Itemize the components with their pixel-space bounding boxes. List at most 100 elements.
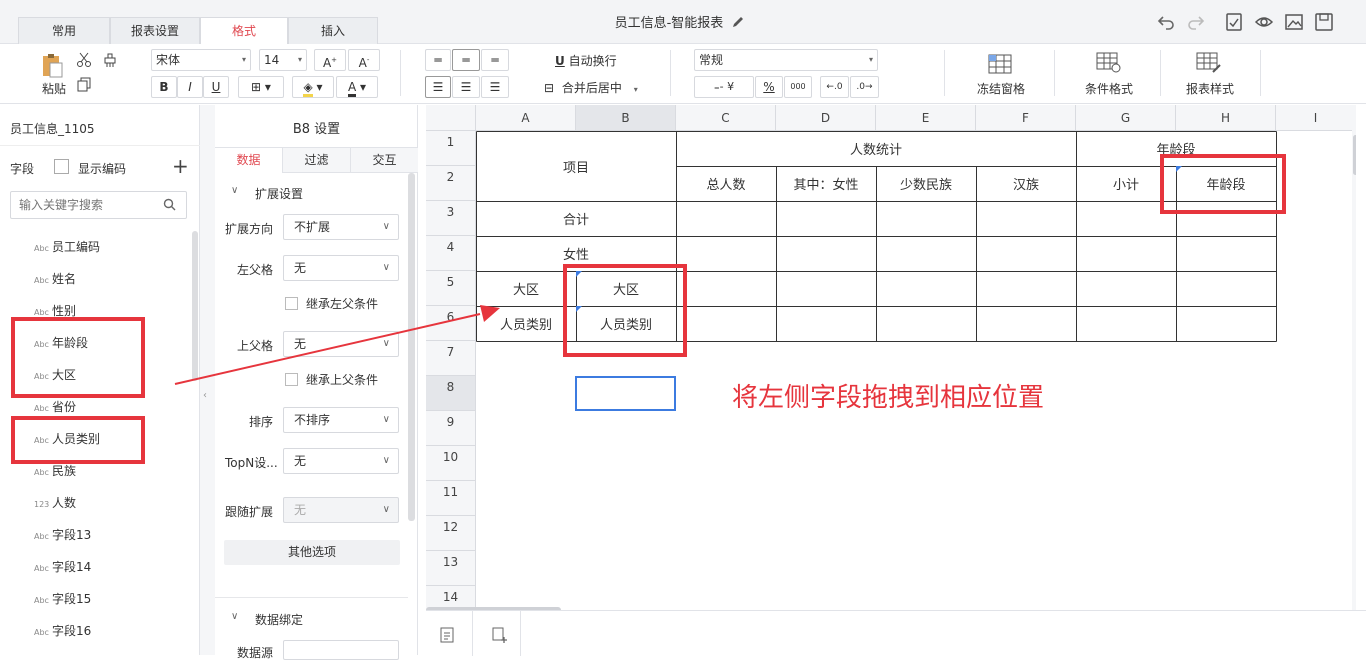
merge-label: 合并后居中 [561,81,622,95]
follow-expand-select: 无 ∨ [283,497,399,523]
font-color-button[interactable]: A ▾ [336,76,378,98]
freeze-panes-label[interactable]: 冻结窗格 [966,80,1036,97]
undo-icon[interactable] [1156,12,1176,32]
field-item[interactable]: Abc 员工编码 [34,238,100,255]
conditional-format-icon[interactable] [1096,52,1122,77]
sort-select[interactable]: 不排序 ∨ [283,407,399,433]
add-field-icon[interactable]: + [172,154,189,178]
topn-label: TopN设... [225,456,278,470]
cell-female-of[interactable]: 其中：女性 [776,166,876,201]
left-parent-value: 无 [294,261,307,275]
tab-data[interactable]: 数据 [215,148,282,173]
highlight-age-group-cell [1160,154,1286,214]
field-item[interactable]: Abc 字段14 [34,558,91,575]
currency-button[interactable]: ₌- ¥ [694,76,754,98]
italic-button[interactable]: I [177,76,203,98]
highlight-age-region-fields [11,317,145,398]
cell-han[interactable]: 汉族 [976,166,1076,201]
field-item[interactable]: Abc 民族 [34,462,76,479]
wrap-text-button[interactable]: U 自动换行 [555,52,617,69]
sheet-list-icon[interactable] [440,627,454,646]
save-icon[interactable] [1314,12,1334,32]
cell-item-header[interactable]: 项目 [476,131,676,201]
field-item[interactable]: Abc 字段15 [34,590,91,607]
show-code-checkbox[interactable] [54,159,69,174]
tab-report-settings[interactable]: 报表设置 [110,17,200,44]
other-options-button[interactable]: 其他选项 [224,540,400,565]
field-item[interactable]: Abc 姓名 [34,270,76,287]
font-select[interactable]: 宋体 ▾ [151,49,251,71]
image-icon[interactable] [1284,12,1304,32]
spreadsheet-grid[interactable]: ABCDEFGHI 1 2 3 4 5 6 7 8 9 10 11 12 13 14 项目 人数统计 总人数其… [426,105,1356,610]
cut-icon[interactable] [76,52,92,71]
expand-direction-select[interactable]: 不扩展 ∨ [283,214,399,240]
align-middle-icon: ═ [462,53,470,67]
datasource-select[interactable] [283,640,399,660]
format-painter-icon[interactable] [102,52,118,71]
thousands-button[interactable]: 000 [784,76,812,98]
chevron-down-icon: ▾ [868,55,873,64]
left-parent-select[interactable]: 无 ∨ [283,255,399,281]
preview-icon[interactable] [1254,12,1274,32]
chevron-down-icon[interactable]: ∨ [231,611,238,622]
edit-title-icon[interactable] [731,15,745,33]
increase-decimal-button[interactable]: ←.0 [820,76,849,98]
decrease-decimal-button[interactable]: .0→ [850,76,879,98]
align-left-button[interactable]: ☰ [425,76,451,98]
align-center-button[interactable]: ☰ [452,76,480,98]
sort-value: 不排序 [294,413,331,427]
field-item[interactable]: Abc 省份 [34,398,76,415]
tab-filter[interactable]: 过滤 [282,148,350,173]
align-middle-button[interactable]: ═ [452,49,480,71]
field-item[interactable]: Abc 字段16 [34,622,91,639]
data-binding-section-title: 数据绑定 [255,613,304,627]
selected-cell-b8[interactable] [575,376,676,411]
field-search-box[interactable] [10,191,187,219]
save-check-icon[interactable] [1224,12,1244,32]
field-item-label: 员工编码 [52,240,101,254]
tab-insert[interactable]: 插入 [288,17,378,44]
chevron-left-icon[interactable]: ‹ [203,390,207,401]
report-style-label[interactable]: 报表样式 [1175,80,1245,97]
cell-minority[interactable]: 少数民族 [876,166,976,201]
vertical-scrollbar[interactable] [1353,135,1356,175]
tab-common[interactable]: 常用 [18,17,110,44]
merge-center-button[interactable]: ⊟ 合并后居中 ▾ [544,79,638,96]
increase-font-button[interactable]: A+ [314,49,346,71]
add-sheet-icon[interactable] [492,627,508,646]
font-color-icon: A [347,80,357,97]
tab-format[interactable]: 格式 [200,17,288,45]
conditional-format-label[interactable]: 条件格式 [1074,80,1144,97]
search-icon[interactable] [163,198,176,214]
fill-color-button[interactable]: ◈ ▾ [292,76,334,98]
expand-section-title: 扩展设置 [255,187,304,201]
chevron-down-icon[interactable]: ∨ [231,185,238,196]
cell-sum[interactable]: 合计 [476,201,676,236]
tab-interact[interactable]: 交互 [350,148,418,173]
field-item[interactable]: 123 人数 [34,494,76,511]
report-style-icon[interactable] [1196,52,1222,77]
border-button[interactable]: ⊞ ▾ [238,76,284,98]
align-top-button[interactable]: ═ [425,49,451,71]
field-search-input[interactable] [19,192,159,218]
number-format-value: 常规 [699,53,724,67]
field-type-icon: Abc [34,308,49,317]
number-format-select[interactable]: 常规 ▾ [694,49,878,71]
topn-select[interactable]: 无 ∨ [283,448,399,474]
font-size-select[interactable]: 14 ▾ [259,49,307,71]
underline-button[interactable]: U [203,76,229,98]
copy-icon[interactable] [76,76,92,95]
field-item[interactable]: Abc 字段13 [34,526,91,543]
freeze-panes-icon[interactable] [988,54,1012,77]
paste-icon[interactable] [40,52,64,81]
align-bottom-button[interactable]: ═ [481,49,509,71]
font-increase-icon: A+ [322,56,338,70]
cell-headcount-stats[interactable]: 人数统计 [676,131,1076,166]
align-right-button[interactable]: ☰ [481,76,509,98]
redo-icon[interactable] [1186,12,1206,32]
decrease-font-button[interactable]: A- [348,49,380,71]
percent-button[interactable]: % [755,76,783,98]
cell-total[interactable]: 总人数 [676,166,776,201]
font-value: 宋体 [156,53,181,67]
bold-button[interactable]: B [151,76,177,98]
